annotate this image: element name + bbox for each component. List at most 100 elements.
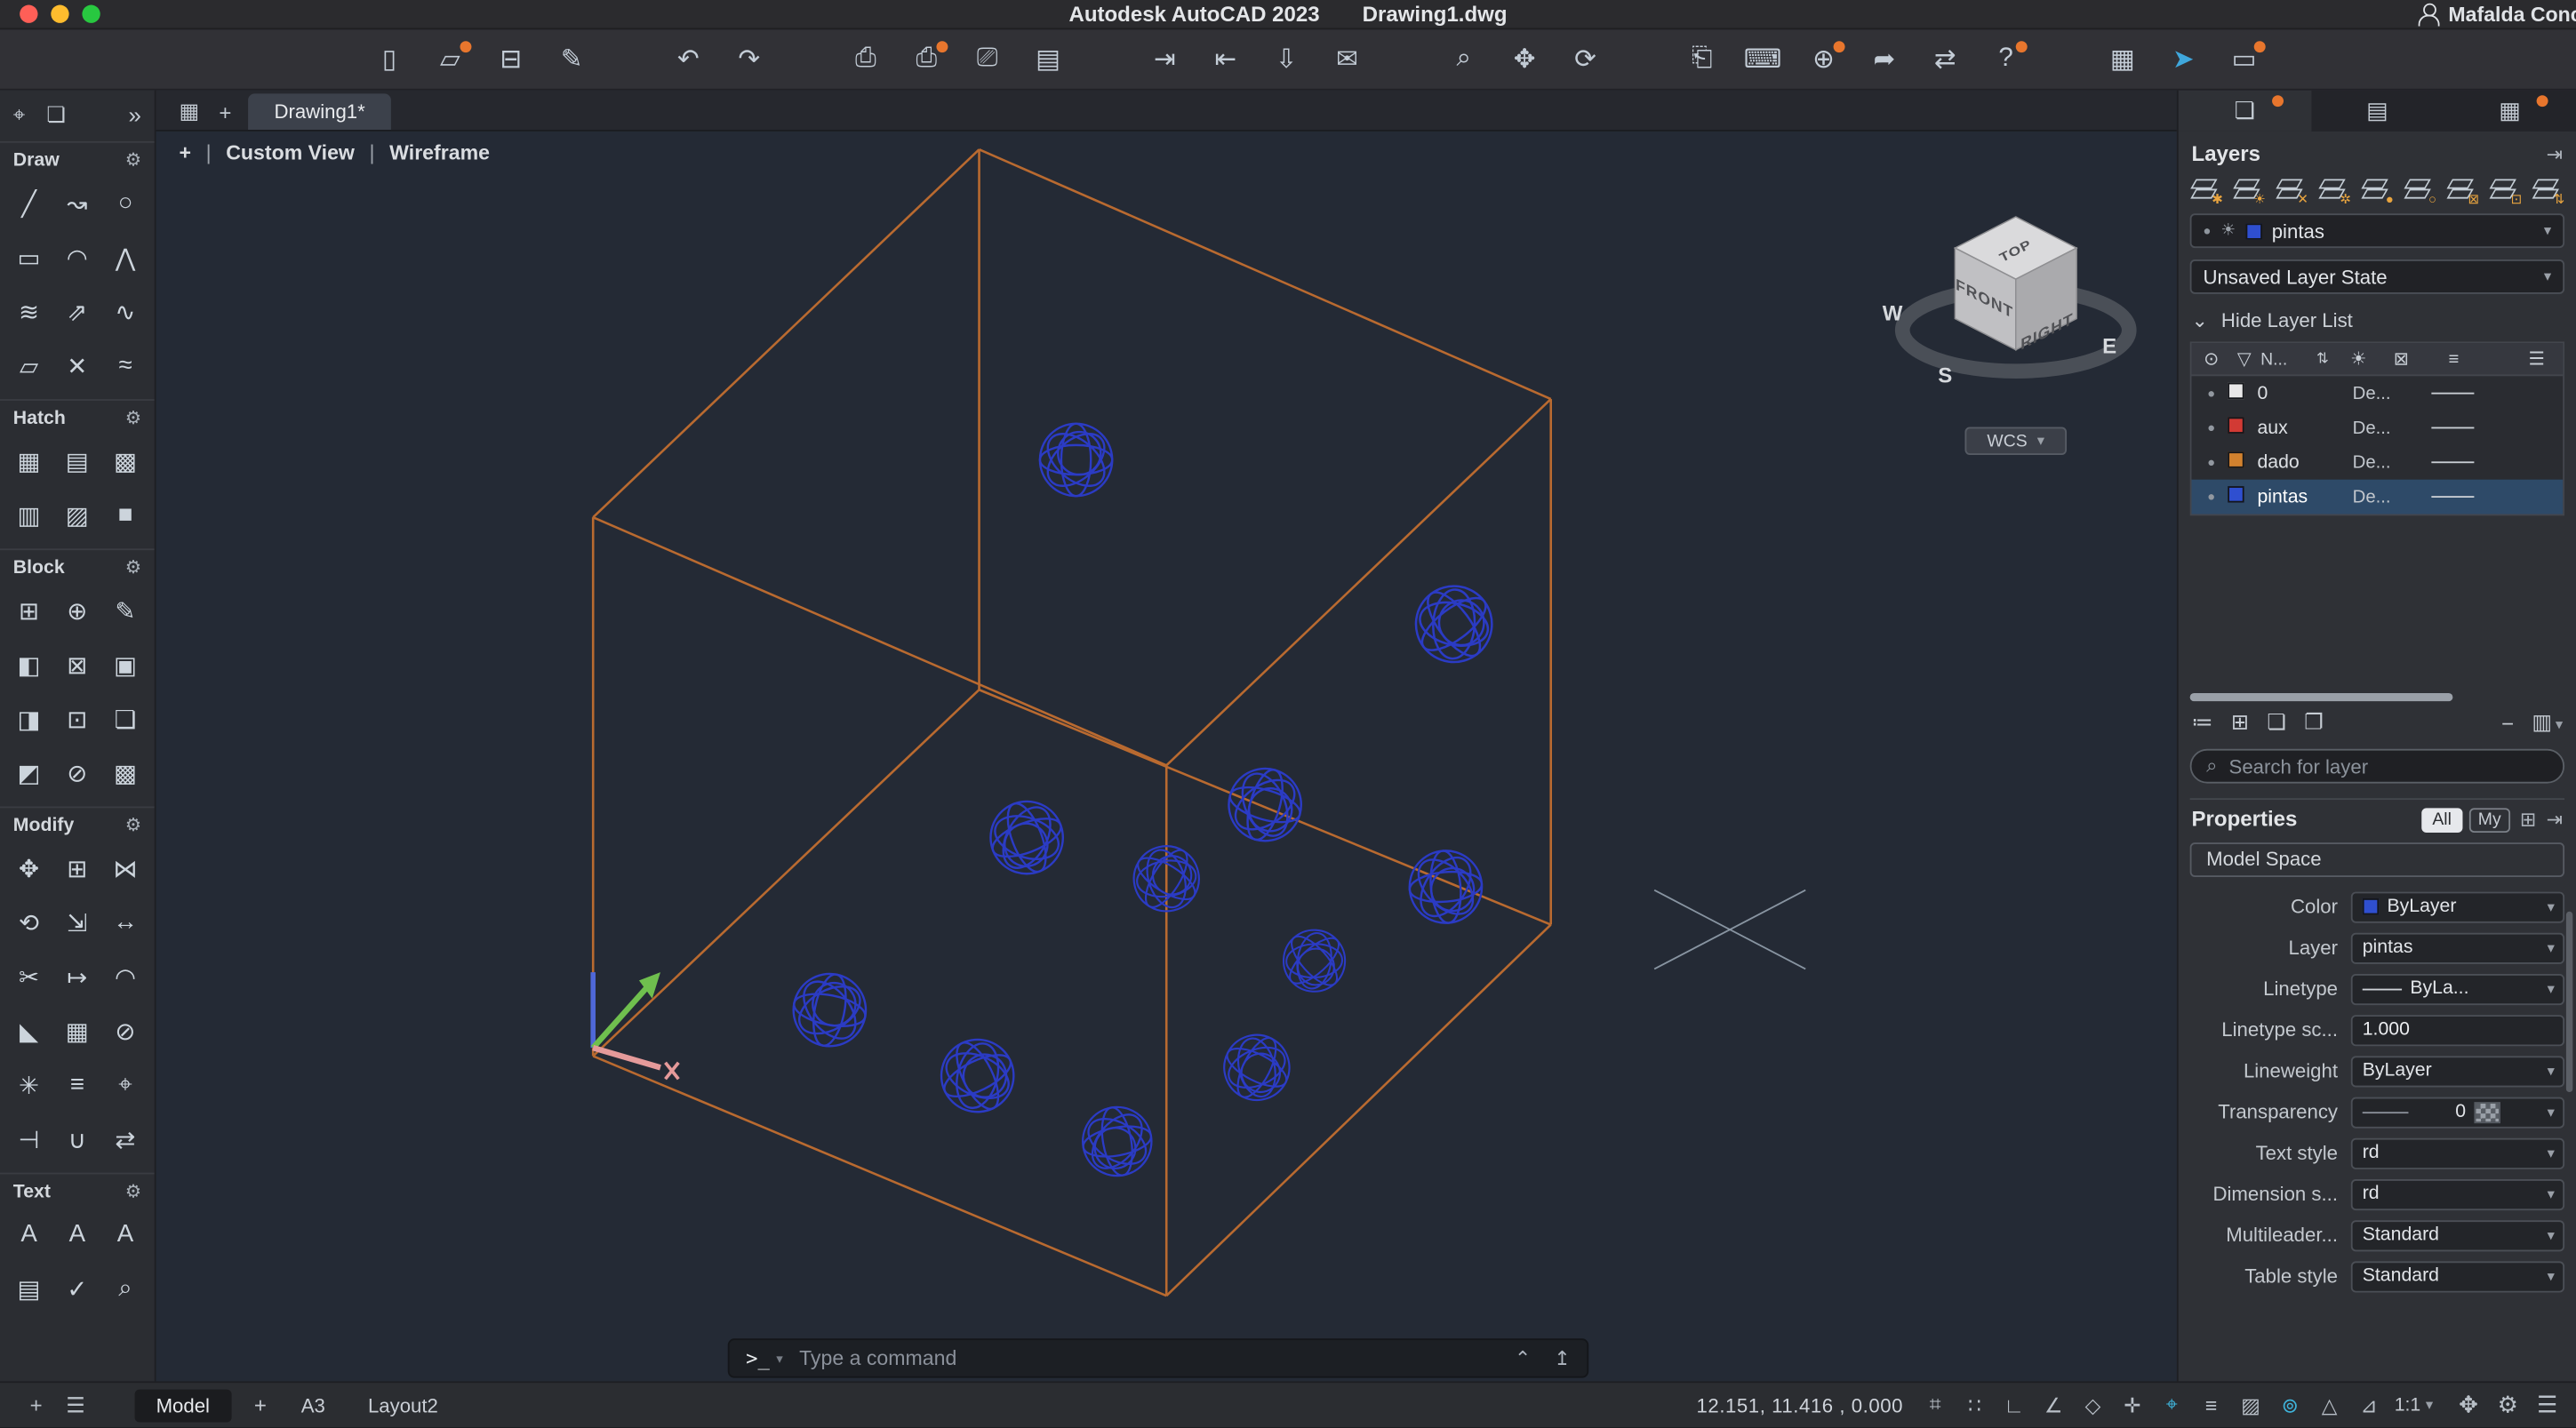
- freeze-column-icon[interactable]: ☀: [2342, 348, 2375, 370]
- align-icon[interactable]: ⌖: [101, 1057, 149, 1112]
- new-layer-icon[interactable]: ✱: [2190, 178, 2218, 203]
- sketch-entity[interactable]: [1038, 424, 1114, 496]
- plot-icon[interactable]: ⎙: [848, 39, 884, 78]
- arc-icon[interactable]: ◠: [53, 230, 101, 284]
- viewcube-west[interactable]: W: [1883, 301, 1903, 325]
- gear-icon[interactable]: ⚙: [125, 1181, 141, 1202]
- open-file-icon[interactable]: ▱: [432, 39, 468, 78]
- gear-icon[interactable]: ⚙: [125, 815, 141, 836]
- command-line[interactable]: >_ ▾ Type a command ⌃ ↥: [728, 1338, 1588, 1377]
- layer-color-swatch[interactable]: [2228, 383, 2244, 399]
- transparency-slider[interactable]: [2363, 1111, 2409, 1113]
- offset-icon[interactable]: ≡: [53, 1057, 101, 1112]
- new-drawing-tab-button[interactable]: +: [209, 93, 241, 130]
- share-icon[interactable]: ↥: [1554, 1347, 1571, 1370]
- send-feedback-icon[interactable]: ➤: [2165, 39, 2202, 78]
- text-style-icon[interactable]: ▤: [5, 1261, 53, 1315]
- viewcube-east[interactable]: E: [2102, 334, 2116, 358]
- columns-icon[interactable]: ▥▾: [2532, 709, 2563, 736]
- dwg-compare-icon[interactable]: ⇄: [1927, 39, 1964, 78]
- chamfer-icon[interactable]: ◣: [5, 1003, 53, 1057]
- lengthen-icon[interactable]: ⇄: [101, 1112, 149, 1166]
- layer-settings-icon[interactable]: ❐: [2304, 709, 2324, 736]
- boundary-icon[interactable]: ▥: [5, 488, 53, 542]
- spline-icon[interactable]: ⋀: [101, 230, 149, 284]
- transparency-pattern-button[interactable]: [2474, 1101, 2500, 1122]
- rotate-icon[interactable]: ⟲: [5, 895, 53, 949]
- annotation-scale-control[interactable]: 1:1 ▾: [2395, 1395, 2433, 1415]
- fill-icon[interactable]: ■: [101, 488, 149, 542]
- property-value-lineweight[interactable]: ByLayer▾: [2351, 1055, 2564, 1086]
- viewport[interactable]: W S E TOP FRONT RIGHT + | Custom View: [156, 132, 2177, 1381]
- lineweight-column-icon[interactable]: ≡: [2437, 349, 2470, 369]
- layer-lock-icon[interactable]: ⊠: [2446, 178, 2474, 203]
- underlay-icon[interactable]: ◩: [5, 746, 53, 800]
- viewcube[interactable]: W S E TOP FRONT RIGHT: [1883, 217, 2129, 388]
- sketch-entity[interactable]: [979, 790, 1076, 885]
- layer-row-0[interactable]: ●0De...: [2192, 376, 2564, 411]
- property-value-linetype[interactable]: ByLa...▾: [2351, 973, 2564, 1004]
- join-icon[interactable]: ∪: [53, 1112, 101, 1166]
- layer-color-swatch[interactable]: [2228, 417, 2244, 433]
- panel-dock-icon[interactable]: ⇥: [2547, 808, 2564, 831]
- layout-tab-a3[interactable]: A3: [301, 1393, 325, 1416]
- layout-menu-icon[interactable]: ☰: [56, 1392, 95, 1418]
- sketch-entity[interactable]: [1076, 1101, 1158, 1181]
- customize-icon[interactable]: ☰: [2535, 1391, 2560, 1418]
- selection-cycling-toggle[interactable]: ⊚: [2277, 1392, 2302, 1417]
- collapse-icon[interactable]: −: [2501, 710, 2514, 735]
- stretch-icon[interactable]: ↔: [101, 895, 149, 949]
- command-history-toggle[interactable]: ⌃: [1515, 1347, 1532, 1370]
- import-icon[interactable]: ⇩: [1268, 39, 1305, 78]
- revision-cloud-icon[interactable]: ∿: [101, 284, 149, 339]
- create-block-icon[interactable]: ⊕: [53, 583, 101, 637]
- layer-states-icon[interactable]: ≔: [2192, 709, 2213, 736]
- point-icon[interactable]: ✕: [53, 339, 101, 393]
- plot-preview-icon[interactable]: ⎚: [969, 39, 1005, 78]
- rectangle-icon[interactable]: ▭: [5, 230, 53, 284]
- property-value-color[interactable]: ByLayer▾: [2351, 891, 2564, 922]
- palette-view-icon[interactable]: ❏: [46, 102, 66, 129]
- edit-text-icon[interactable]: A: [101, 1207, 149, 1261]
- layout-tab-layout2[interactable]: Layout2: [368, 1393, 438, 1416]
- sketch-entity[interactable]: [1212, 1023, 1301, 1113]
- clip-xref-icon[interactable]: ⊡: [53, 691, 101, 746]
- new-layout-button[interactable]: +: [254, 1392, 267, 1417]
- multiline-text-icon[interactable]: A: [5, 1207, 53, 1261]
- filter-column-icon[interactable]: ▽: [2228, 348, 2260, 370]
- new-group-filter-icon[interactable]: ⊞: [2231, 709, 2249, 736]
- add-layout-icon[interactable]: +: [16, 1392, 55, 1418]
- ortho-mode-toggle[interactable]: ∟: [2002, 1393, 2027, 1416]
- help-icon[interactable]: ?: [1988, 39, 2024, 78]
- blocks-panel-tab[interactable]: ▤: [2311, 91, 2444, 132]
- attach-xref-icon[interactable]: ◨: [5, 691, 53, 746]
- share-drawing-icon[interactable]: ➦: [1867, 39, 1903, 78]
- layer-color-swatch[interactable]: [2228, 486, 2244, 502]
- share-view-icon[interactable]: ⊕: [1805, 39, 1842, 78]
- detach-xref-icon[interactable]: ⊘: [53, 746, 101, 800]
- layer-unisolate-icon[interactable]: ✕: [2276, 178, 2303, 203]
- break-icon[interactable]: ⊣: [5, 1112, 53, 1166]
- isometric-drafting-toggle[interactable]: ◇: [2081, 1392, 2106, 1417]
- define-attribute-icon[interactable]: ▣: [101, 637, 149, 691]
- model-tab[interactable]: Model: [135, 1389, 231, 1422]
- layers-panel-tab[interactable]: ❏: [2179, 91, 2311, 132]
- line-icon[interactable]: ╱: [5, 176, 53, 230]
- drawing-canvas[interactable]: W S E TOP FRONT RIGHT: [156, 132, 2177, 1381]
- ucs-selector[interactable]: WCS ▾: [1964, 427, 2067, 455]
- quick-select-icon[interactable]: ⊞: [2520, 808, 2537, 831]
- save-as-icon[interactable]: ✎: [554, 39, 590, 78]
- fillet-icon[interactable]: ◠: [101, 949, 149, 1003]
- trim-icon[interactable]: ✂: [5, 949, 53, 1003]
- spell-check-icon[interactable]: ✓: [53, 1261, 101, 1315]
- lock-column-icon[interactable]: ⊠: [2385, 348, 2418, 370]
- panel-dock-icon[interactable]: ⇥: [2547, 142, 2564, 165]
- zoom-icon[interactable]: ⌕: [1445, 39, 1482, 78]
- pan-icon[interactable]: ✥: [1507, 39, 1543, 78]
- filter-all-button[interactable]: All: [2421, 807, 2462, 832]
- file-tab-drawing1[interactable]: Drawing1*: [248, 93, 391, 130]
- viewport-menu-button[interactable]: +: [179, 141, 191, 164]
- property-value-multileader[interactable]: Standard▾: [2351, 1219, 2564, 1250]
- orbit-icon[interactable]: ⟳: [1567, 39, 1604, 78]
- property-value-linetype-sc[interactable]: 1.000: [2351, 1014, 2564, 1045]
